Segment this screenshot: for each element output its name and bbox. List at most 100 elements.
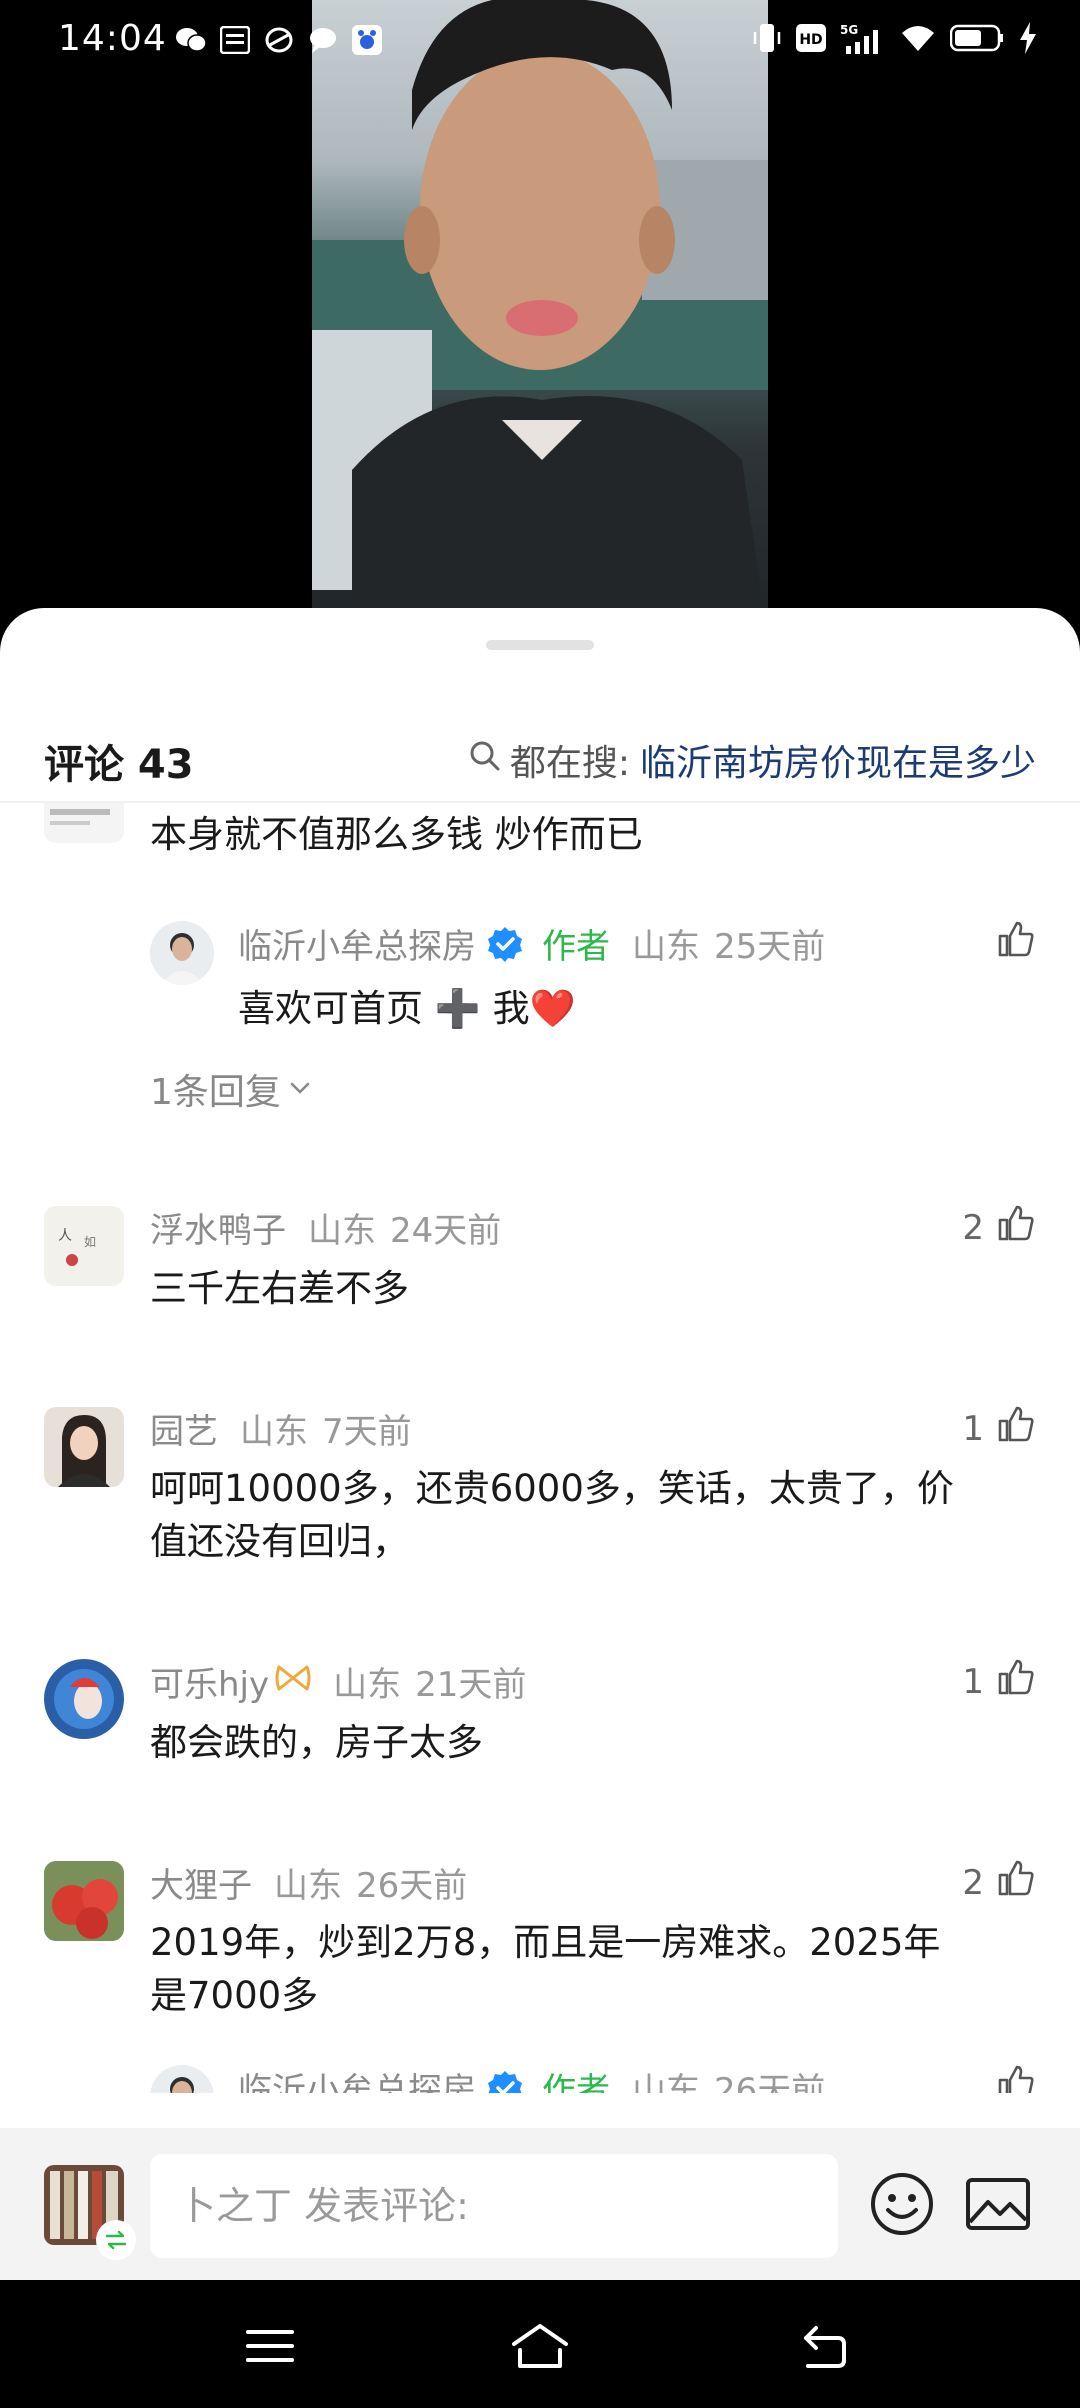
home-icon xyxy=(512,2324,568,2368)
reply-meta: 临沂小牟总探房 作者 山东 25天前 xyxy=(238,919,825,968)
search-prefix: 都在搜: xyxy=(509,743,630,784)
image-icon xyxy=(966,2178,1030,2230)
status-time: 14:04 xyxy=(58,18,167,59)
search-term-link[interactable]: 临沂南坊房价现在是多少 xyxy=(640,734,1036,786)
avatar[interactable] xyxy=(44,1659,124,1739)
comment-author-name[interactable]: 园艺 xyxy=(150,1404,218,1453)
search-icon xyxy=(468,739,502,782)
comment-header: 评论 43 都在搜: 临沂南坊房价现在是多少 xyxy=(0,718,1080,798)
comment-location: 山东 xyxy=(240,1412,308,1452)
comment-time: 21天前 xyxy=(415,1665,527,1705)
thumbs-up-icon xyxy=(996,1404,1036,1453)
comment-sheet: 评论 43 都在搜: 临沂南坊房价现在是多少 本身就不值那么多钱 炒作而已 临沂… xyxy=(0,608,1080,2280)
comment-meta: 园艺 山东 7天前 xyxy=(150,1404,412,1453)
bow-icon xyxy=(275,1662,311,1702)
thumbs-up-icon xyxy=(996,1858,1036,1907)
comment-location: 山东 xyxy=(308,1211,376,1251)
signal-5g-icon: 5G xyxy=(840,22,886,58)
home-button[interactable] xyxy=(510,2316,570,2376)
comment-author-name[interactable]: 可乐hjy xyxy=(150,1657,269,1706)
toutiao-icon xyxy=(219,24,251,56)
emoji-button[interactable] xyxy=(866,2168,938,2240)
reply-text: 喜欢可首页 ➕ 我❤️ xyxy=(238,987,576,1030)
switch-account-icon[interactable] xyxy=(96,2220,136,2260)
comment-author-name[interactable]: 浮水鸭子 xyxy=(150,1203,286,1252)
author-tag: 作者 xyxy=(542,2071,610,2093)
comment-list[interactable]: 本身就不值那么多钱 炒作而已 临沂小牟总探房 作者 山东 25天前 喜欢可首页 … xyxy=(0,803,1080,2093)
reply-location: 山东 xyxy=(632,2071,700,2093)
like-count: 2 xyxy=(962,1207,984,1248)
system-status-icons: HD 5G xyxy=(752,22,1038,58)
svg-text:人: 人 xyxy=(58,1228,72,1244)
like-count: 1 xyxy=(962,1661,984,1702)
menu-button[interactable] xyxy=(240,2316,300,2376)
like-button[interactable]: 1 xyxy=(962,1404,1036,1453)
notification-icons xyxy=(175,24,383,56)
baidu-icon xyxy=(351,24,383,56)
avatar[interactable] xyxy=(44,1407,124,1487)
comment-time: 24天前 xyxy=(390,1211,502,1251)
comment-text: 三千左右差不多 xyxy=(150,1267,409,1310)
thumbs-up-icon xyxy=(996,2063,1036,2093)
comment-time: 7天前 xyxy=(322,1412,412,1452)
comment-text-line-2: 是7000多 xyxy=(150,1974,319,2017)
thumbs-up-icon xyxy=(996,1203,1036,1252)
comment-location: 山东 xyxy=(274,1866,342,1906)
app-ring-icon xyxy=(263,24,295,56)
comment-author-name[interactable]: 大狸子 xyxy=(150,1858,252,1907)
like-button[interactable] xyxy=(996,2063,1036,2093)
search-suggestion[interactable]: 都在搜: 临沂南坊房价现在是多少 xyxy=(468,734,1036,786)
comment-time: 26天前 xyxy=(356,1866,468,1906)
author-avatar[interactable] xyxy=(150,921,214,985)
comment-input[interactable] xyxy=(150,2154,838,2258)
system-nav-bar xyxy=(0,2280,1080,2408)
message-icon xyxy=(307,24,339,56)
svg-text:如: 如 xyxy=(84,1234,96,1249)
comment-text-line-2: 值还没有回归， xyxy=(150,1520,409,1563)
back-button[interactable] xyxy=(794,2316,854,2376)
vibrate-icon xyxy=(752,22,782,58)
comment-text-line-1: 2019年，炒到2万8，而且是一房难求。2025年 xyxy=(150,1921,941,1964)
reply-author-name[interactable]: 临沂小牟总探房 xyxy=(238,2063,476,2093)
like-button[interactable]: 2 xyxy=(962,1858,1036,1907)
thumbs-up-icon xyxy=(996,1657,1036,1706)
comment-meta: 可乐hjy 山东 21天前 xyxy=(150,1657,526,1706)
status-bar: 14:04 HD 5G xyxy=(0,0,1080,84)
charging-icon xyxy=(1018,22,1038,58)
expand-replies-button[interactable]: 1条回复 xyxy=(150,1063,313,1115)
author-avatar[interactable] xyxy=(150,2065,214,2093)
comment-count-title: 评论 43 xyxy=(44,742,194,788)
comment-meta: 浮水鸭子 山东 24天前 xyxy=(150,1203,501,1252)
wechat-icon xyxy=(175,24,207,56)
reply-location: 山东 xyxy=(632,927,700,967)
comment-location: 山东 xyxy=(333,1665,402,1705)
svg-text:HD: HD xyxy=(799,32,822,48)
battery-icon xyxy=(949,23,1004,57)
avatar[interactable]: 人如 xyxy=(44,1206,124,1286)
like-button[interactable] xyxy=(996,919,1036,968)
svg-text:5G: 5G xyxy=(840,23,858,37)
back-icon xyxy=(804,2326,846,2368)
hd-icon: HD xyxy=(796,24,826,56)
image-button[interactable] xyxy=(962,2168,1034,2240)
comment-text-line-1: 呵呵10000多，还贵6000多，笑话，太贵了，价 xyxy=(150,1467,954,1510)
drag-handle[interactable] xyxy=(486,640,594,650)
wifi-icon xyxy=(900,23,936,57)
like-count: 2 xyxy=(962,1862,984,1903)
comment-text: 都会跌的，房子太多 xyxy=(150,1721,483,1764)
comment-meta: 大狸子 山东 26天前 xyxy=(150,1858,467,1907)
like-button[interactable]: 2 xyxy=(962,1203,1036,1252)
reply-time: 25天前 xyxy=(714,927,826,967)
thumbs-up-icon xyxy=(996,919,1036,968)
reply-author-name[interactable]: 临沂小牟总探房 xyxy=(238,919,476,968)
verified-badge-icon xyxy=(486,925,524,963)
author-tag: 作者 xyxy=(542,927,610,967)
avatar[interactable] xyxy=(44,1861,124,1941)
reply-count-label: 1条回复 xyxy=(150,1072,281,1113)
video-frame[interactable] xyxy=(312,0,768,640)
avatar[interactable] xyxy=(44,803,124,843)
like-button[interactable]: 1 xyxy=(962,1657,1036,1706)
video-player[interactable] xyxy=(0,0,1080,640)
verified-badge-icon xyxy=(486,2069,524,2093)
like-count: 1 xyxy=(962,1408,984,1449)
